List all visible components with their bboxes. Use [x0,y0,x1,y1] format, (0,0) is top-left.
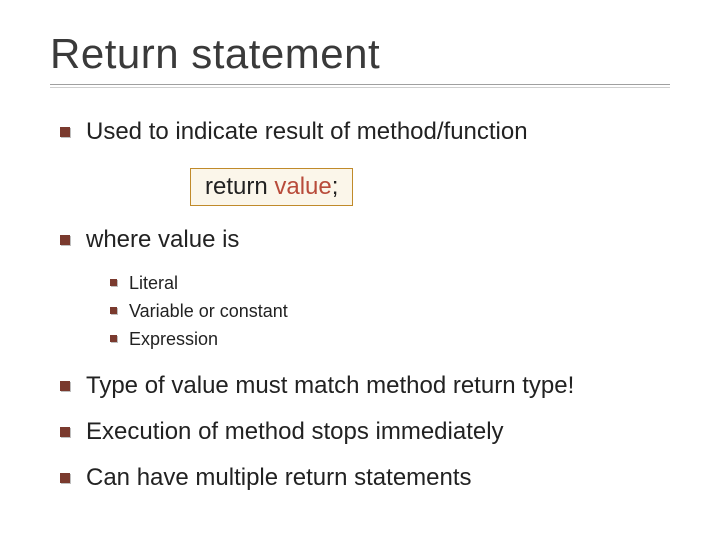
bullet-item: Type of value must match method return t… [60,370,670,402]
square-bullet-icon [110,307,117,314]
bullet-text: Expression [129,327,218,351]
bullet-text: Variable or constant [129,299,288,323]
bullet-text: Execution of method stops immediately [86,416,504,448]
square-bullet-icon [60,381,70,391]
slide-title: Return statement [50,30,670,78]
code-value: value [274,173,331,200]
square-bullet-icon [60,235,70,245]
bullet-text: Type of value must match method return t… [86,370,574,402]
bullet-text: Used to indicate result of method/functi… [86,116,528,148]
square-bullet-icon [110,279,117,286]
bullet-text: where value is [86,224,239,256]
title-underline [50,84,670,88]
bullet-item: Can have multiple return statements [60,462,670,494]
sub-bullet-item: Expression [110,327,670,351]
bullet-item: Used to indicate result of method/functi… [60,116,670,148]
slide-content: Used to indicate result of method/functi… [50,116,670,495]
bullet-text: Can have multiple return statements [86,462,472,494]
code-snippet-box: return value; [190,168,353,206]
sub-bullet-item: Variable or constant [110,299,670,323]
bullet-text: Literal [129,271,178,295]
code-keyword: return [205,173,274,200]
bullet-item: Execution of method stops immediately [60,416,670,448]
square-bullet-icon [60,127,70,137]
square-bullet-icon [110,335,117,342]
slide: Return statement Used to indicate result… [0,0,720,540]
bullet-item: where value is [60,224,670,256]
sub-bullet-item: Literal [110,271,670,295]
square-bullet-icon [60,473,70,483]
code-tail: ; [332,173,339,200]
square-bullet-icon [60,427,70,437]
